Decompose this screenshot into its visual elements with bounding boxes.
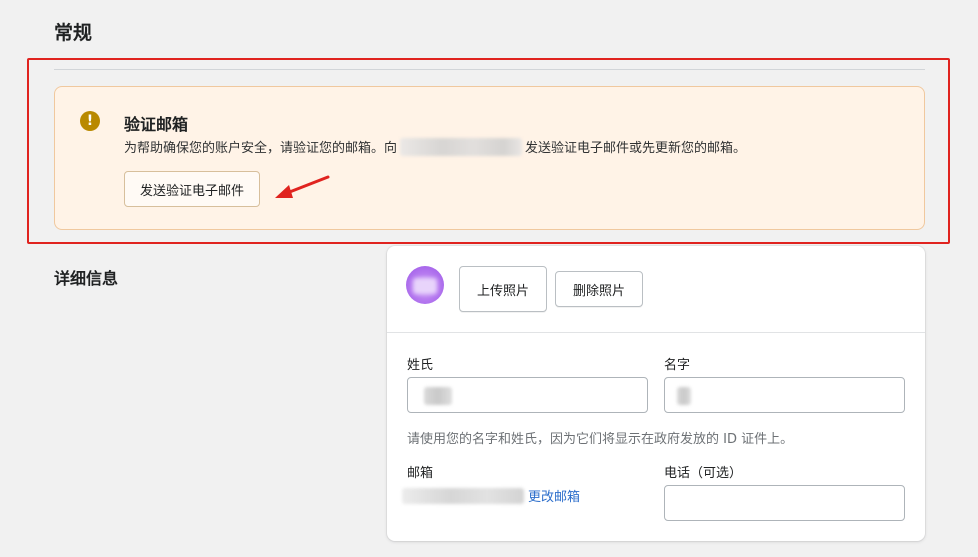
change-email-link[interactable]: 更改邮箱: [528, 486, 580, 505]
redacted-last-name: [424, 387, 452, 405]
page-title: 常规: [54, 22, 93, 44]
last-name-input[interactable]: [407, 377, 648, 413]
redacted-first-name: [677, 387, 691, 405]
email-label: 邮箱: [407, 466, 434, 481]
last-name-label: 姓氏: [407, 358, 434, 373]
first-name-label: 名字: [664, 358, 691, 373]
avatar-initials-redacted: [413, 278, 437, 294]
redacted-email-value: [402, 487, 524, 504]
details-section-title: 详细信息: [54, 269, 119, 288]
annotation-highlight-box: [27, 58, 950, 244]
delete-photo-button[interactable]: 删除照片: [555, 271, 643, 307]
name-hint-text: 请使用您的名字和姓氏，因为它们将显示在政府发放的 ID 证件上。: [407, 432, 794, 447]
avatar: [406, 266, 444, 304]
upload-photo-button[interactable]: 上传照片: [459, 266, 547, 312]
annotation-arrow-icon: [275, 175, 330, 198]
email-value-row: 更改邮箱: [402, 486, 580, 505]
phone-input[interactable]: [664, 485, 905, 521]
card-divider: [387, 332, 925, 333]
first-name-input[interactable]: [664, 377, 905, 413]
phone-label: 电话（可选）: [664, 466, 743, 481]
details-card: 上传照片 删除照片 姓氏 名字 请使用您的名字和姓氏，因为它们将显示在政府发放的…: [387, 246, 925, 541]
